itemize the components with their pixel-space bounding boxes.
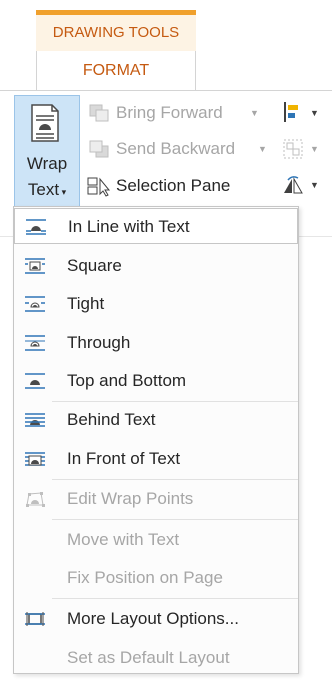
menu-separator <box>52 598 298 599</box>
menu-item-label: Move with Text <box>67 530 180 549</box>
behind-text-icon <box>25 413 45 427</box>
wrap-text-icon <box>31 104 59 142</box>
group-dropdown-icon[interactable]: ▼ <box>310 144 319 154</box>
menu-item-in-line-with-text[interactable]: In Line with Text <box>14 208 298 244</box>
rotate-icon[interactable] <box>282 174 304 196</box>
menu-item-edit-wrap-points[interactable]: Edit Wrap Points <box>14 481 298 517</box>
bring-forward-dropdown-icon[interactable]: ▼ <box>250 108 259 118</box>
menu-item-set-as-default-layout[interactable]: Set as Default Layout <box>14 640 298 676</box>
tab-format[interactable]: FORMAT <box>36 51 196 91</box>
bring-forward-icon <box>89 104 109 122</box>
wrap-text-label: Wrap <box>26 154 68 173</box>
group-icon[interactable] <box>282 138 304 160</box>
menu-separator <box>52 479 298 480</box>
menu-item-in-front-of-text[interactable]: In Front of Text <box>14 441 298 477</box>
drawing-tools-label: DRAWING TOOLS <box>36 15 196 51</box>
menu-item-label: In Line with Text <box>68 217 190 236</box>
rotate-dropdown-icon[interactable]: ▼ <box>310 180 319 190</box>
align-dropdown-icon[interactable]: ▼ <box>310 108 319 118</box>
menu-item-more-layout-options[interactable]: More Layout Options... <box>14 601 298 637</box>
send-backward-button[interactable]: Send Backward <box>116 139 235 159</box>
menu-item-through[interactable]: Through <box>14 325 298 361</box>
square-wrap-icon <box>25 258 45 274</box>
through-wrap-icon <box>25 335 45 351</box>
top-bottom-wrap-icon <box>25 373 45 389</box>
ribbon-divider <box>0 90 332 91</box>
menu-separator <box>52 519 298 520</box>
in-front-text-icon <box>25 452 45 466</box>
send-backward-icon <box>89 140 109 158</box>
menu-item-tight[interactable]: Tight <box>14 286 298 322</box>
menu-item-label: Through <box>67 333 131 352</box>
menu-item-label: Square <box>67 256 122 275</box>
layout-options-icon <box>25 612 45 626</box>
inline-icon <box>26 219 46 235</box>
send-backward-dropdown-icon[interactable]: ▼ <box>258 144 267 154</box>
menu-item-label: Behind Text <box>67 410 156 429</box>
align-icon[interactable] <box>282 101 304 123</box>
menu-item-label: Top and Bottom <box>67 371 187 390</box>
menu-item-fix-position-on-page[interactable]: Fix Position on Page <box>14 560 298 596</box>
bring-forward-button[interactable]: Bring Forward <box>116 103 223 123</box>
selection-pane-button[interactable]: Selection Pane <box>116 176 230 196</box>
menu-item-label: Edit Wrap Points <box>67 489 194 508</box>
menu-item-label: Set as Default Layout <box>67 648 230 667</box>
tight-wrap-icon <box>25 296 45 312</box>
menu-item-label: Fix Position on Page <box>67 568 223 587</box>
menu-item-move-with-text[interactable]: Move with Text <box>14 522 298 558</box>
menu-item-label: Tight <box>67 294 105 313</box>
menu-item-square[interactable]: Square <box>14 248 298 284</box>
menu-item-top-and-bottom[interactable]: Top and Bottom <box>14 363 298 399</box>
edit-wrap-points-icon <box>26 492 45 507</box>
selection-pane-icon <box>87 177 111 197</box>
menu-item-behind-text[interactable]: Behind Text <box>14 402 298 438</box>
menu-item-label: More Layout Options... <box>67 609 239 628</box>
menu-item-label: In Front of Text <box>67 449 181 468</box>
wrap-text-label-2: Text ▾ <box>27 180 67 199</box>
